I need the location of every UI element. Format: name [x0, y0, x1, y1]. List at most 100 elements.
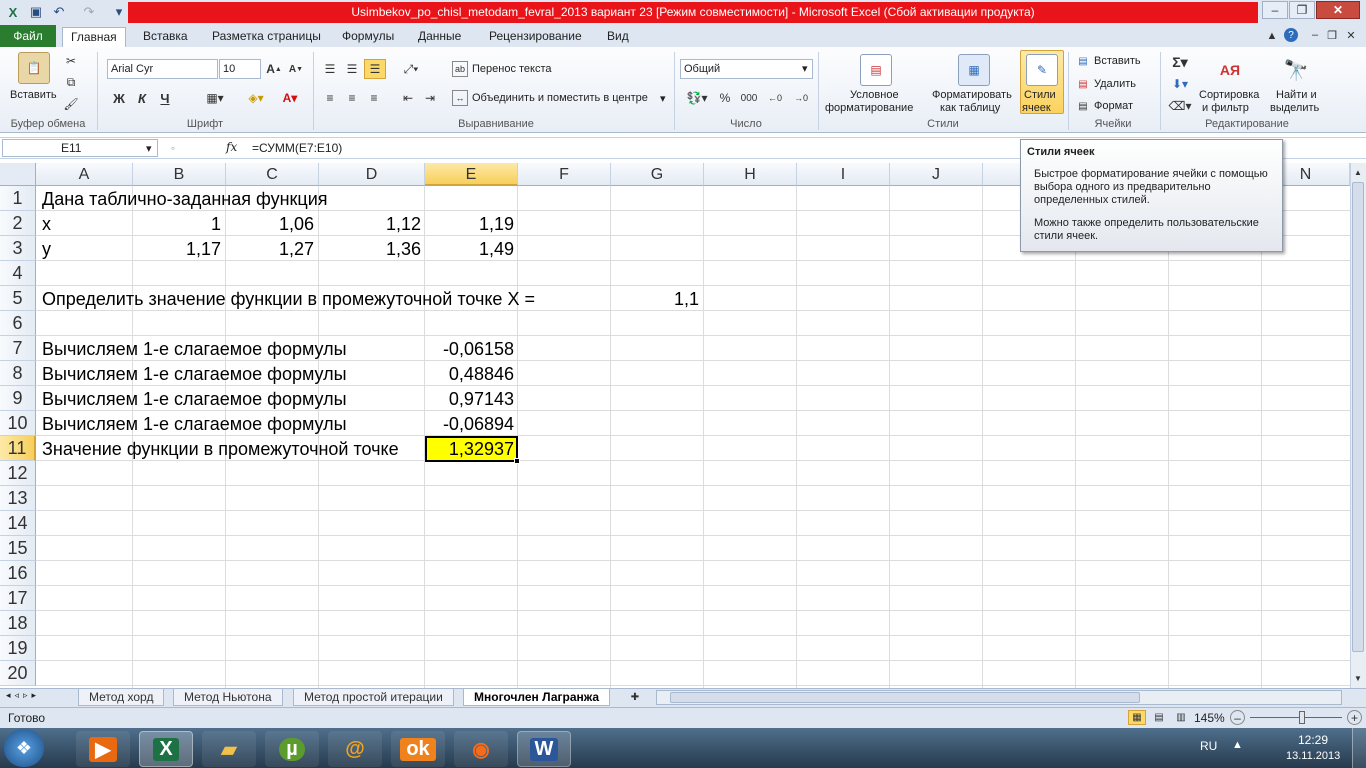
- insert-function-icon[interactable]: fx: [226, 140, 237, 154]
- underline-button[interactable]: Ч: [156, 89, 174, 107]
- cell-a3[interactable]: y: [42, 237, 51, 262]
- row-header-1[interactable]: 1: [0, 186, 36, 211]
- copy-icon[interactable]: ⧉: [62, 74, 80, 90]
- bold-button[interactable]: Ж: [110, 89, 128, 107]
- restore-icon[interactable]: ❐: [1289, 1, 1315, 19]
- vertical-scroll-thumb[interactable]: [1352, 182, 1364, 652]
- cell-a1[interactable]: Дана таблично-заданная функция: [42, 187, 328, 212]
- row-header-2[interactable]: 2: [0, 211, 36, 236]
- conditional-formatting-label-1[interactable]: Условное: [850, 89, 899, 101]
- cell-g5[interactable]: 1,1: [611, 287, 699, 312]
- column-header-b[interactable]: B: [133, 163, 226, 186]
- tab-formulas[interactable]: Формулы: [334, 27, 402, 47]
- select-all-corner[interactable]: [0, 163, 36, 186]
- tab-view[interactable]: Вид: [599, 27, 637, 47]
- normal-view-icon[interactable]: ▦: [1128, 710, 1146, 725]
- cell-b2[interactable]: 1: [133, 212, 221, 237]
- wrap-text-button[interactable]: Перенос текста: [472, 63, 552, 75]
- find-select-icon[interactable]: 🔭: [1280, 54, 1312, 86]
- number-format-combo[interactable]: Общий: [680, 59, 813, 79]
- tab-home[interactable]: Главная: [62, 27, 126, 47]
- grow-font-icon[interactable]: A ▲: [265, 60, 283, 78]
- row-header-14[interactable]: 14: [0, 511, 36, 536]
- explorer-icon[interactable]: ▰: [202, 731, 256, 767]
- shrink-font-icon[interactable]: A ▼: [287, 60, 305, 78]
- thousands-button[interactable]: 000: [738, 89, 760, 107]
- cell-d3[interactable]: 1,36: [319, 237, 421, 262]
- horizontal-scroll-thumb[interactable]: [670, 692, 1140, 703]
- sort-filter-label-1[interactable]: Сортировка: [1199, 89, 1259, 101]
- row-header-8[interactable]: 8: [0, 361, 36, 386]
- utorrent-icon[interactable]: µ: [265, 731, 319, 767]
- row-header-12[interactable]: 12: [0, 461, 36, 486]
- tab-file[interactable]: Файл: [0, 25, 56, 47]
- align-left-icon[interactable]: ≡: [320, 88, 340, 108]
- align-right-icon[interactable]: ≡: [364, 88, 384, 108]
- sheet-nav-icon[interactable]: ◂◃▹▸: [6, 690, 40, 701]
- format-as-table-label-2[interactable]: как таблицу: [940, 102, 1000, 114]
- save-icon[interactable]: ▣: [27, 3, 45, 21]
- word-taskbar-icon[interactable]: W: [517, 731, 571, 767]
- cell-d2[interactable]: 1,12: [319, 212, 421, 237]
- sheet-tab-newton[interactable]: Метод Ньютона: [173, 689, 283, 706]
- cell-a8[interactable]: Вычисляем 1-е слагаемое формулы: [42, 362, 347, 387]
- minimize-icon[interactable]: –: [1262, 1, 1288, 19]
- column-header-a[interactable]: A: [36, 163, 133, 186]
- cut-icon[interactable]: ✂: [62, 53, 80, 69]
- doc-close-icon[interactable]: ✕: [1344, 28, 1358, 42]
- row-header-13[interactable]: 13: [0, 486, 36, 511]
- zoom-level[interactable]: 145%: [1194, 711, 1225, 725]
- odnoklassniki-icon[interactable]: ok: [391, 731, 445, 767]
- align-bottom-icon[interactable]: ☰: [364, 59, 386, 79]
- number-format-dropdown-icon[interactable]: ▾: [802, 62, 808, 75]
- insert-cells-button[interactable]: Вставить: [1094, 55, 1141, 67]
- clear-icon[interactable]: ⌫▾: [1168, 98, 1192, 114]
- ribbon-minimize-icon[interactable]: ▲: [1265, 29, 1279, 43]
- cell-a5[interactable]: Определить значение функции в промежуточ…: [42, 287, 535, 312]
- page-break-view-icon[interactable]: ▥: [1172, 710, 1190, 725]
- increase-indent-icon[interactable]: ⇥: [420, 88, 440, 108]
- format-painter-icon[interactable]: 🖌: [62, 96, 80, 112]
- zoom-in-icon[interactable]: +: [1347, 710, 1362, 725]
- row-header-15[interactable]: 15: [0, 536, 36, 561]
- sheet-tab-chord[interactable]: Метод хорд: [78, 689, 165, 706]
- cell-e8[interactable]: 0,48846: [425, 362, 514, 387]
- row-header-6[interactable]: 6: [0, 311, 36, 336]
- mail-agent-icon[interactable]: @: [328, 731, 382, 767]
- cell-c2[interactable]: 1,06: [226, 212, 314, 237]
- cell-a10[interactable]: Вычисляем 1-е слагаемое формулы: [42, 412, 347, 437]
- cell-b3[interactable]: 1,17: [133, 237, 221, 262]
- increase-decimal-icon[interactable]: ←0: [764, 89, 786, 107]
- language-indicator[interactable]: RU: [1200, 739, 1217, 753]
- column-header-f[interactable]: F: [518, 163, 611, 186]
- delete-cells-button[interactable]: Удалить: [1094, 78, 1136, 90]
- media-player-icon[interactable]: ▶: [76, 731, 130, 767]
- row-header-16[interactable]: 16: [0, 561, 36, 586]
- page-layout-view-icon[interactable]: ▤: [1150, 710, 1168, 725]
- conditional-formatting-icon[interactable]: ▤: [860, 54, 892, 86]
- row-header-19[interactable]: 19: [0, 636, 36, 661]
- autosum-icon[interactable]: Σ▾: [1168, 54, 1192, 70]
- row-header-4[interactable]: 4: [0, 261, 36, 286]
- formula-input[interactable]: =СУММ(E7:E10): [252, 141, 342, 155]
- clock-time[interactable]: 12:29: [1298, 733, 1328, 747]
- conditional-formatting-label-2[interactable]: форматирование: [825, 102, 913, 114]
- cell-e9[interactable]: 0,97143: [425, 387, 514, 412]
- column-header-h[interactable]: H: [704, 163, 797, 186]
- fill-color-icon[interactable]: ◈▾: [242, 89, 270, 107]
- zoom-slider-thumb[interactable]: [1299, 711, 1305, 724]
- scroll-down-icon[interactable]: ▼: [1351, 671, 1365, 685]
- font-size-combo[interactable]: 10: [219, 59, 261, 79]
- redo-icon[interactable]: ↷: [80, 3, 98, 21]
- tray-expand-icon[interactable]: ▲: [1232, 739, 1243, 751]
- format-as-table-label-1[interactable]: Форматировать: [932, 89, 1012, 101]
- tab-data[interactable]: Данные: [410, 27, 469, 47]
- merge-center-button[interactable]: Объединить и поместить в центре: [472, 92, 648, 104]
- row-header-5[interactable]: 5: [0, 286, 36, 311]
- paste-icon[interactable]: 📋: [18, 52, 50, 84]
- paste-button[interactable]: Вставить: [10, 89, 57, 101]
- cell-a9[interactable]: Вычисляем 1-е слагаемое формулы: [42, 387, 347, 412]
- decrease-indent-icon[interactable]: ⇤: [398, 88, 418, 108]
- sort-filter-label-2[interactable]: и фильтр: [1202, 102, 1249, 114]
- fill-handle[interactable]: [514, 458, 520, 464]
